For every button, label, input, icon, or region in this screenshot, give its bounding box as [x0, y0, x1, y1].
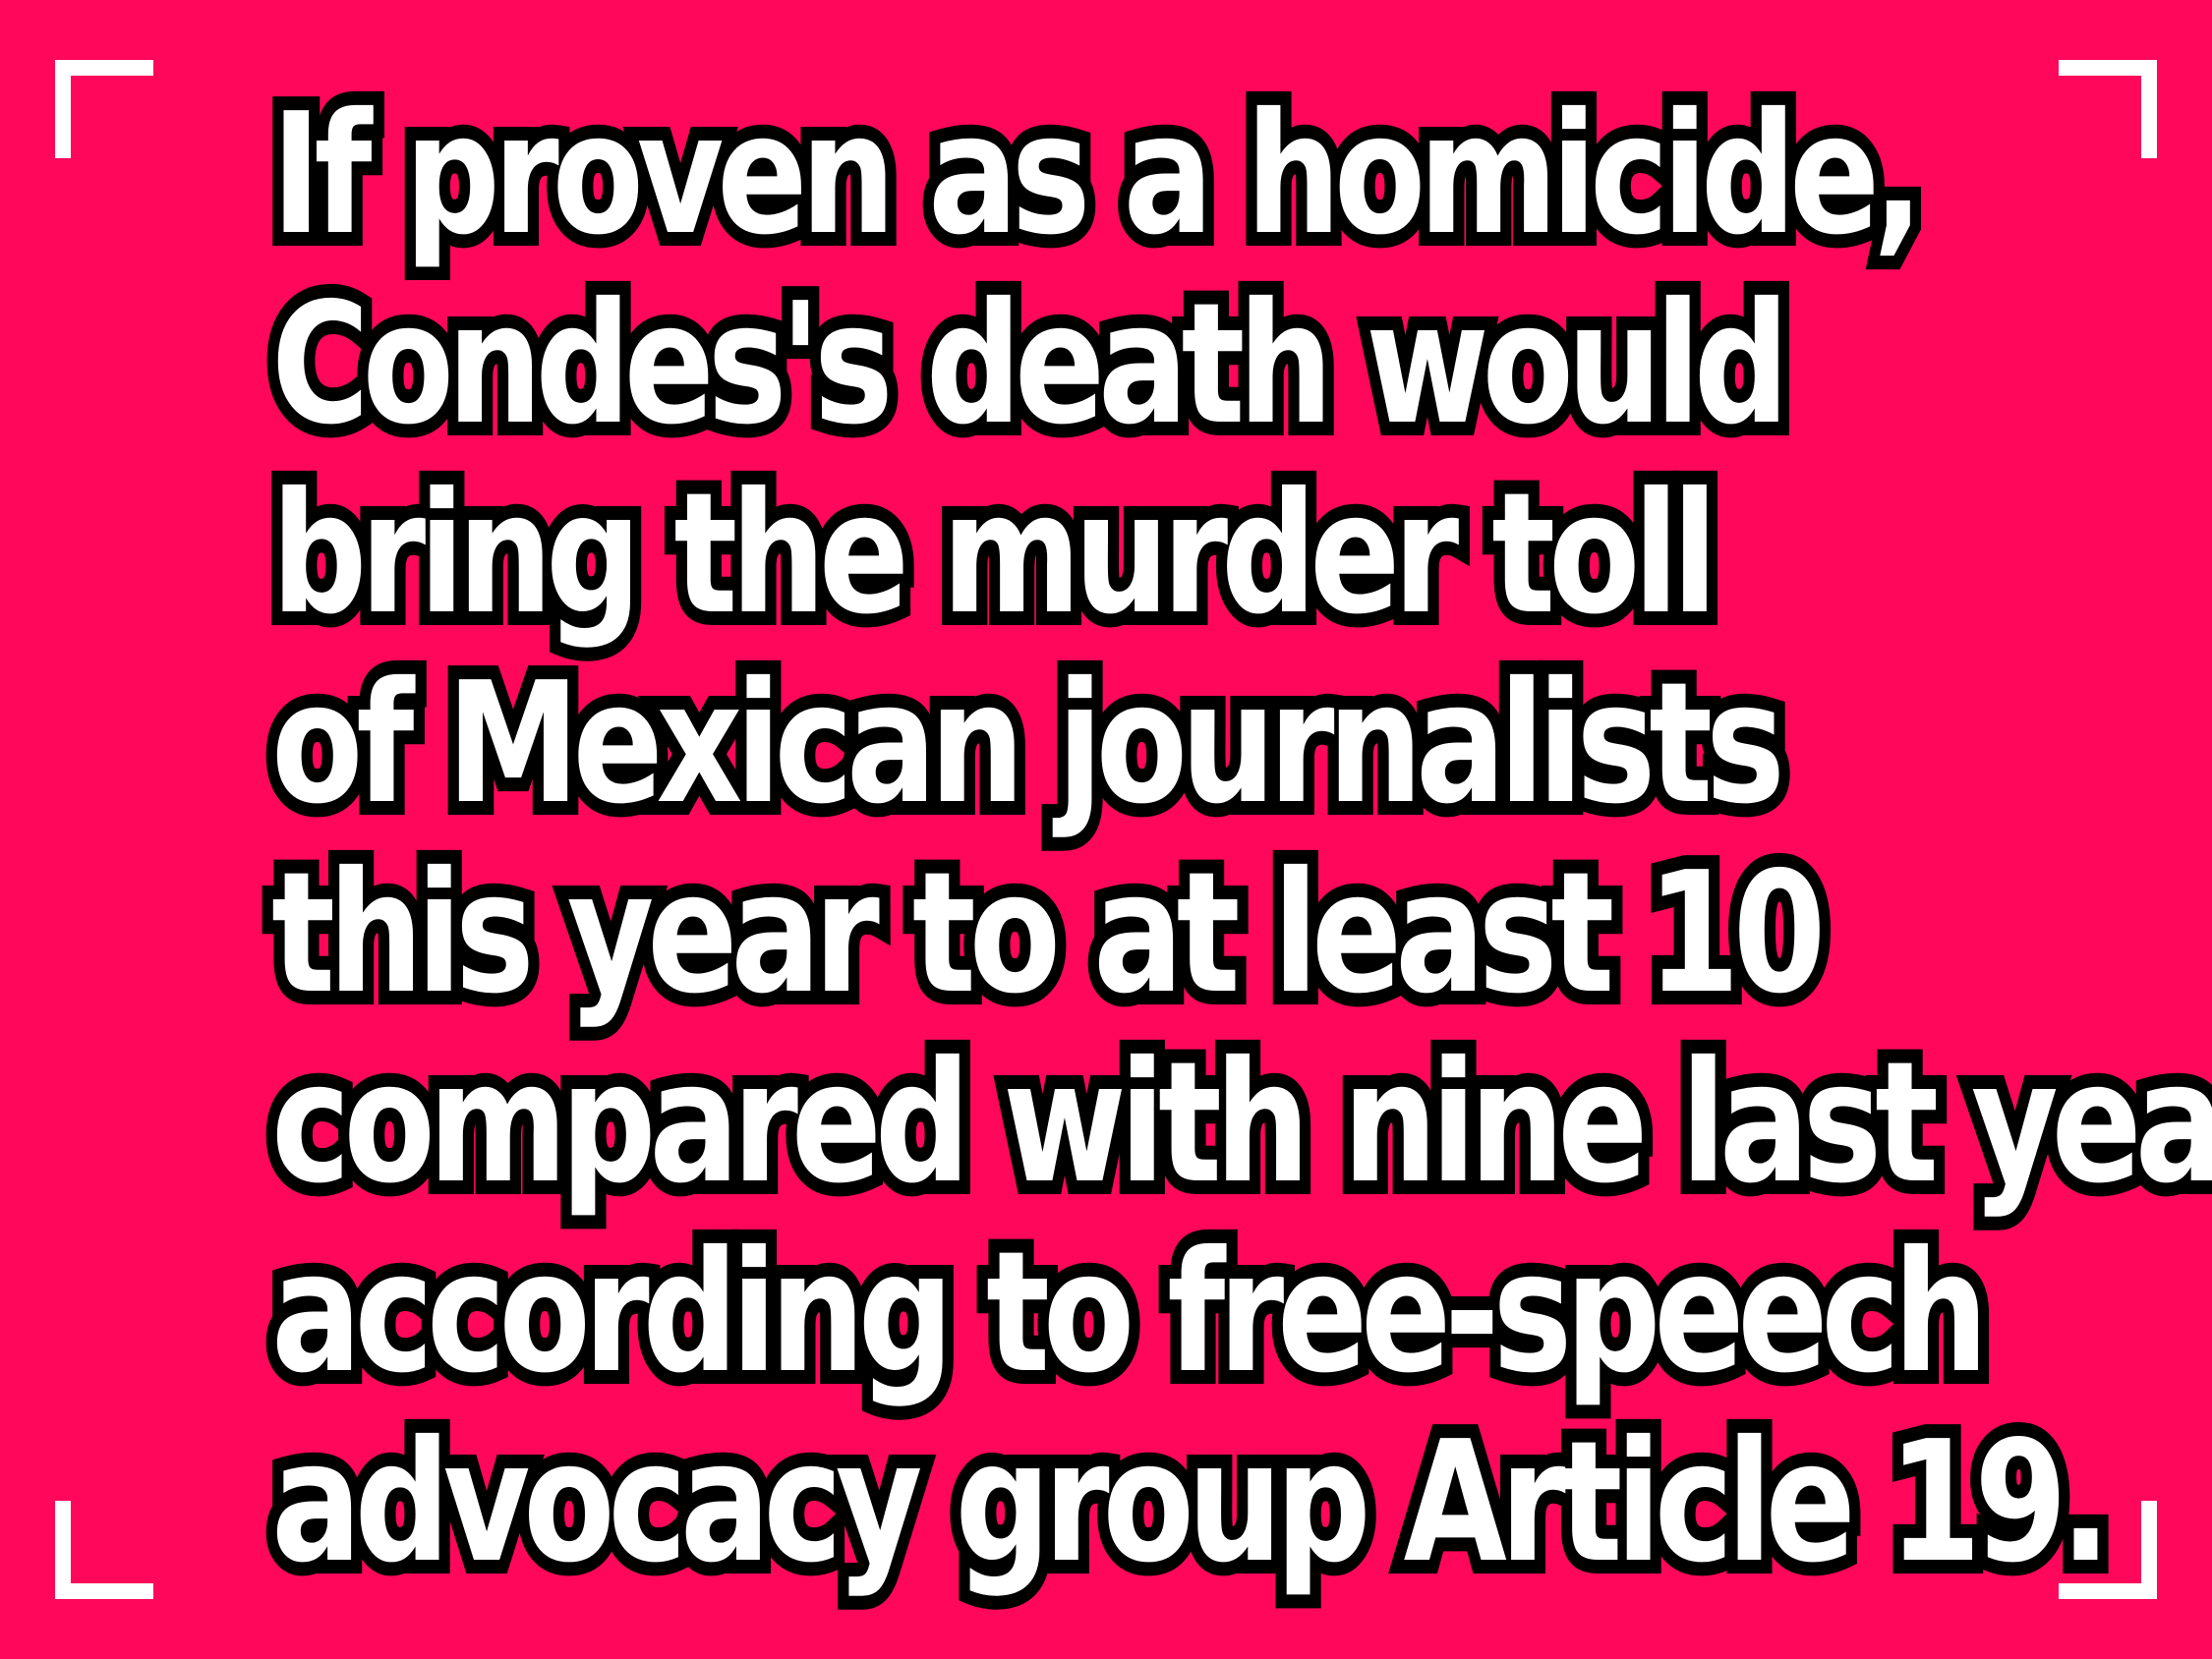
- quote-line-7: according to free-speech: [261, 1205, 2000, 1422]
- corner-bracket-top-left-icon: [55, 60, 153, 158]
- quote-line-3: bring the murder toll: [261, 446, 1729, 663]
- quote-line-2: Condes's death would: [261, 257, 1801, 474]
- quote-card: If proven as a homicide, Condes's death …: [0, 0, 2212, 1659]
- corner-bracket-bottom-left-icon: [55, 1501, 153, 1599]
- quote-line-6: compared with nine last year,: [261, 1015, 2212, 1232]
- quote-line-1: If proven as a homicide,: [261, 67, 1935, 284]
- quote-line-4: of Mexican journalists: [261, 636, 1796, 853]
- quote-line-5: this year to at least 10: [261, 826, 1837, 1043]
- quote-text: If proven as a homicide, Condes's death …: [261, 67, 2212, 1612]
- quote-line-8: advocacy group Article 19.: [261, 1395, 2123, 1612]
